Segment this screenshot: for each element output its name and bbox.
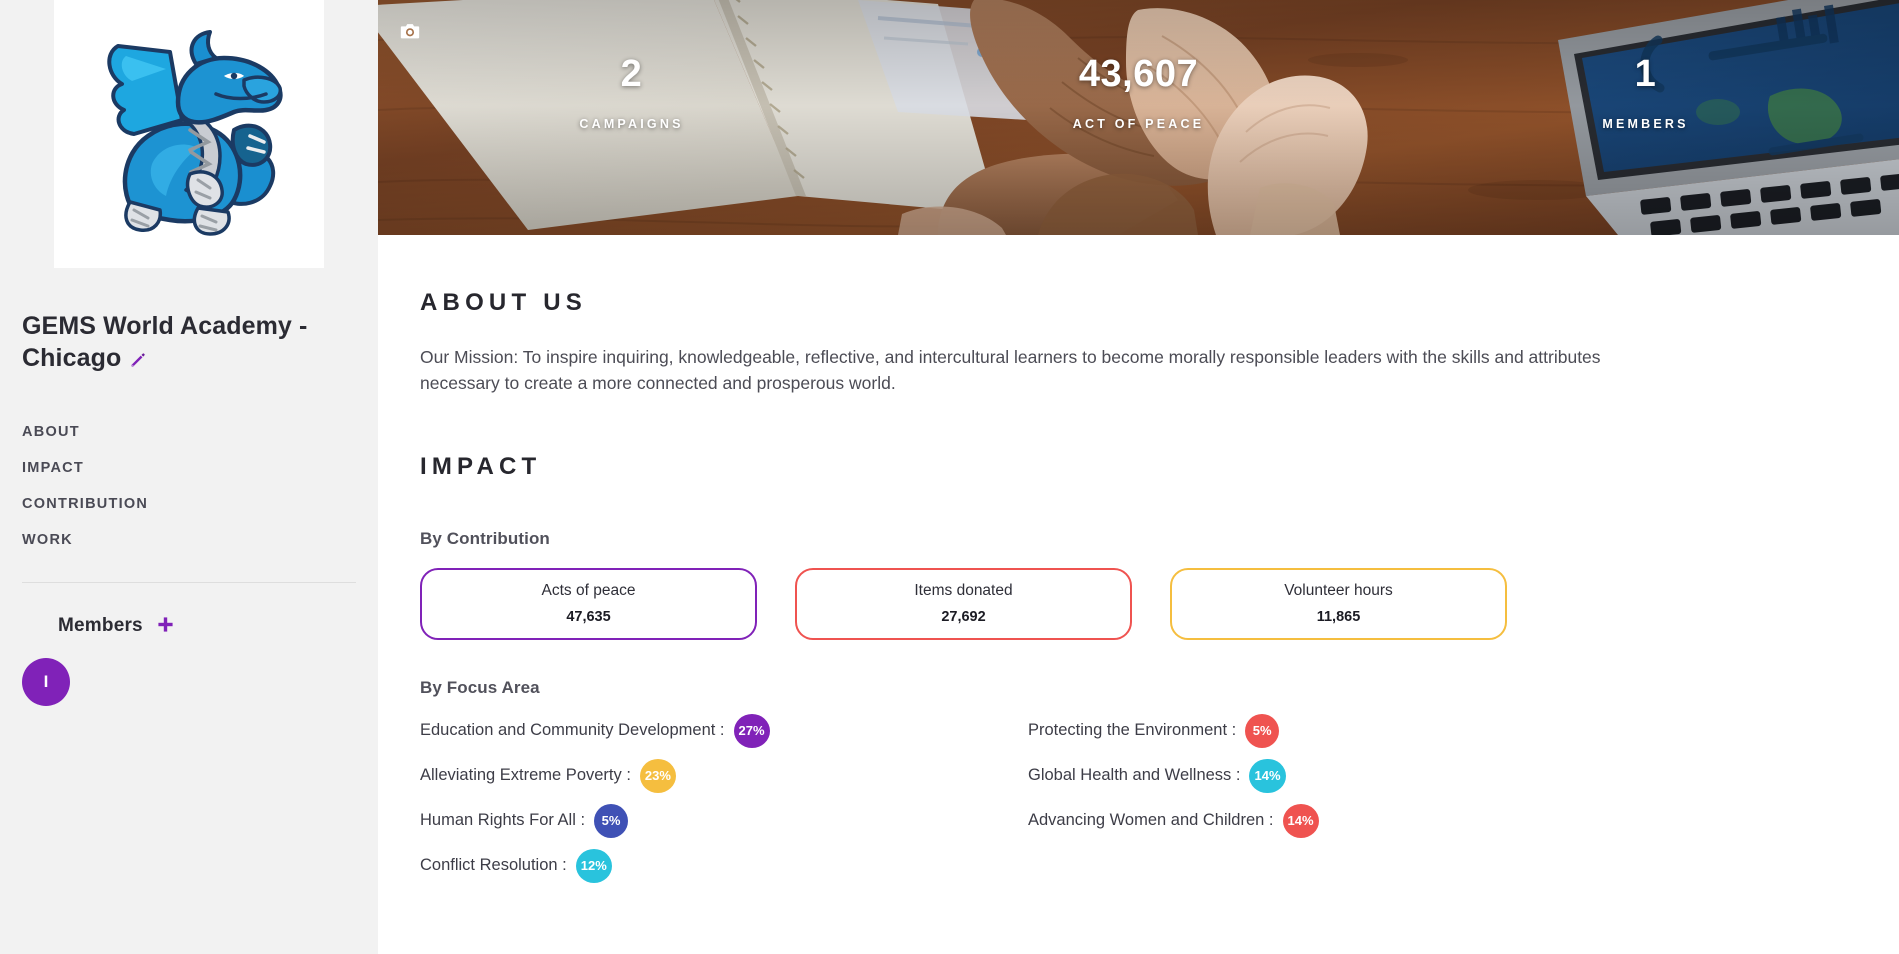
focus-area-row: Alleviating Extreme Poverty : 23% [420,757,1028,795]
focus-area-label: Education and Community Development : [420,721,725,740]
hero-stat-act-of-peace: 43,607 ACT OF PEACE [885,0,1392,235]
focus-area-column-right: Protecting the Environment : 5% Global H… [1028,712,1636,892]
focus-area-row: Education and Community Development : 27… [420,712,1028,750]
focus-area-label: Human Rights For All : [420,811,586,830]
focus-area-row: Protecting the Environment : 5% [1028,712,1636,750]
focus-area-percent-badge: 5% [1245,713,1280,748]
focus-area-row: Global Health and Wellness : 14% [1028,757,1636,795]
sidebar-nav: ABOUT IMPACT CONTRIBUTION WORK [22,414,356,558]
sidebar-item-contribution[interactable]: CONTRIBUTION [22,486,356,522]
focus-area-label: Protecting the Environment : [1028,721,1237,740]
focus-area-percent-badge: 12% [575,848,612,883]
members-header: Members [22,613,356,638]
upload-cover-photo-button[interactable] [399,20,421,42]
plus-icon [158,617,173,632]
focus-area-percent-badge: 14% [1249,758,1286,793]
hero-stats: 2 CAMPAIGNS 43,607 ACT OF PEACE 1 MEMBER… [378,0,1899,235]
focus-area-label: Conflict Resolution : [420,856,567,875]
focus-area-percent-badge: 23% [639,758,676,793]
contribution-card-items-donated[interactable]: Items donated 27,692 [795,567,1132,640]
main-content: 2 CAMPAIGNS 43,607 ACT OF PEACE 1 MEMBER… [378,0,1899,954]
contribution-value: 47,635 [566,609,611,626]
add-member-button[interactable] [157,613,174,638]
camera-icon [400,24,420,39]
hero-stat-value: 43,607 [1078,53,1199,95]
about-us-heading: ABOUT US [420,289,587,316]
focus-area-label: Alleviating Extreme Poverty : [420,766,631,785]
contribution-value: 11,865 [1316,609,1361,626]
contribution-value: 27,692 [941,609,986,626]
focus-area-percent-badge: 5% [594,803,629,838]
about-us-body: Our Mission: To inspire inquiring, knowl… [420,347,1601,393]
sidebar-item-about[interactable]: ABOUT [22,414,356,450]
focus-area-row: Advancing Women and Children : 14% [1028,802,1636,840]
avatar[interactable]: I [22,658,70,706]
focus-area-row: Conflict Resolution : 12% [420,847,1028,885]
profile-page: GEMS World Academy - Chicago ABOUT IMPAC… [0,0,1899,954]
contribution-card-volunteer-hours[interactable]: Volunteer hours 11,865 [1170,567,1507,640]
org-logo[interactable] [54,0,324,268]
contribution-card-acts-of-peace[interactable]: Acts of peace 47,635 [420,567,757,640]
focus-area-percent-badge: 14% [1282,803,1319,838]
pencil-icon [131,353,146,367]
hero-stat-value: 1 [1634,53,1657,95]
page-content: ABOUT US Our Mission: To inspire inquiri… [378,289,1899,892]
focus-area-grid: Education and Community Development : 27… [420,712,1843,892]
focus-area-label: Advancing Women and Children : [1028,811,1274,830]
sidebar-divider [22,582,356,583]
hero-stat-campaigns: 2 CAMPAIGNS [378,0,885,235]
focus-area-percent-badge: 27% [733,713,770,748]
by-contribution-label: By Contribution [420,528,550,548]
focus-area-column-left: Education and Community Development : 27… [420,712,1028,892]
contribution-label: Volunteer hours [1284,581,1393,599]
hero-banner: 2 CAMPAIGNS 43,607 ACT OF PEACE 1 MEMBER… [378,0,1899,235]
hero-stat-members: 1 MEMBERS [1392,0,1899,235]
members-title: Members [58,614,143,636]
member-avatar-list: I [22,658,356,706]
hero-stat-label: MEMBERS [1602,117,1689,131]
org-name: GEMS World Academy - Chicago [22,310,322,374]
hero-stat-value: 2 [620,53,643,95]
hero-stat-label: CAMPAIGNS [579,117,684,131]
impact-heading: IMPACT [420,452,542,480]
sidebar: GEMS World Academy - Chicago ABOUT IMPAC… [0,0,378,954]
hero-stat-label: ACT OF PEACE [1072,117,1205,131]
sidebar-item-work[interactable]: WORK [22,522,356,558]
sidebar-item-impact[interactable]: IMPACT [22,450,356,486]
contribution-label: Acts of peace [541,581,636,599]
org-name-text: GEMS World Academy - Chicago [22,312,308,372]
by-focus-area-label: By Focus Area [420,677,540,697]
focus-area-label: Global Health and Wellness : [1028,766,1241,785]
contribution-label: Items donated [914,581,1013,599]
focus-area-row: Human Rights For All : 5% [420,802,1028,840]
blue-dragon-mascot-icon [107,30,283,236]
edit-org-name-button[interactable] [129,352,146,369]
contribution-cards: Acts of peace 47,635 Items donated 27,69… [420,567,1843,640]
